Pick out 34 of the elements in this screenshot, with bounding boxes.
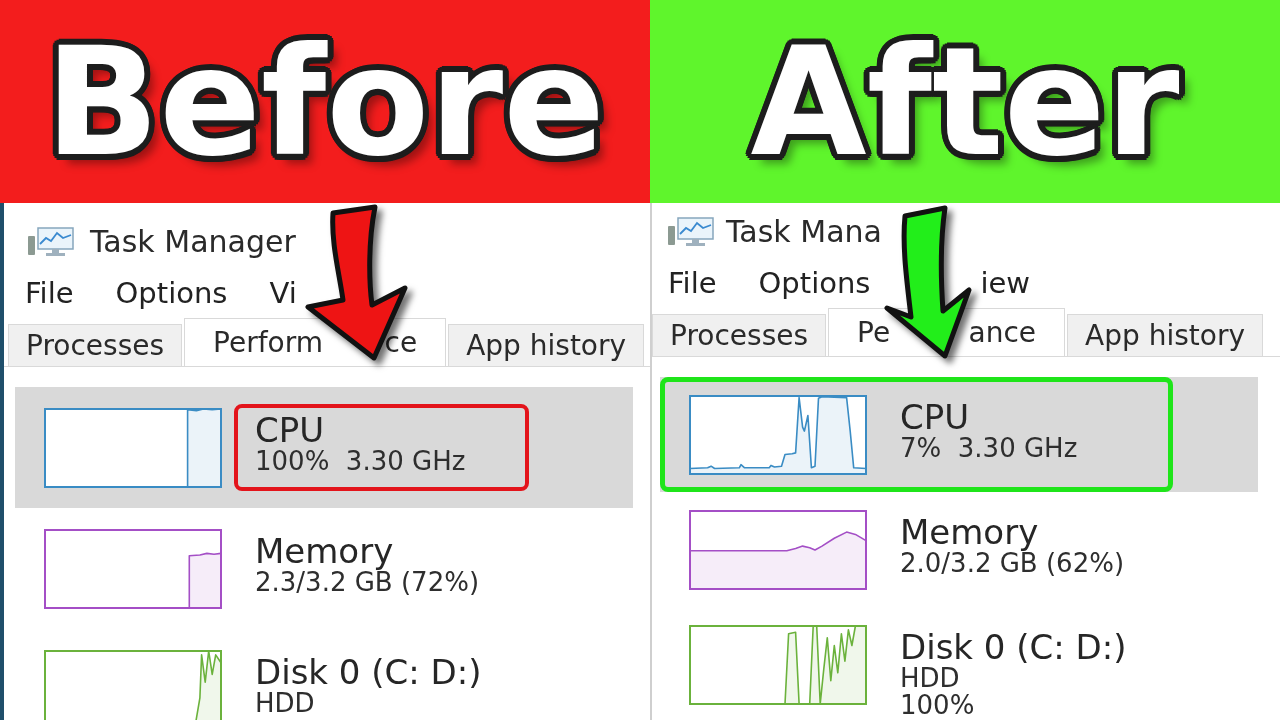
resource-detail: 2.0/3.2 GB (62%) [900,550,1126,577]
resource-name: CPU [255,412,326,448]
menu-item[interactable]: Options [115,275,228,311]
resource-detail: 7% 3.30 GHz [900,435,1079,462]
window-title: Task Manager [90,225,296,259]
tab[interactable]: Processes [652,314,827,356]
menu-item[interactable]: File [668,265,717,301]
menu-item[interactable]: iew [980,265,1031,301]
resource-name: Disk 0 (C: D:) [900,629,1128,665]
resource-name: CPU [900,399,971,435]
resource-item[interactable]: Memory 2.0/3.2 GB (62%) [660,492,1258,607]
resource-detail: 100% 3.30 GHz [255,448,467,475]
menu-item[interactable]: Vi [269,275,297,311]
window-title: Task Mana [726,215,882,249]
resource-item[interactable]: CPU 100% 3.30 GHz [15,387,633,508]
tab[interactable]: App history [448,324,645,366]
tab[interactable]: Processes [8,324,183,366]
menu-item[interactable]: File [25,275,74,311]
resource-name: Memory [900,514,1040,550]
resource-item[interactable]: Disk 0 (C: D:) HDD [15,629,633,720]
resource-name: Memory [255,533,395,569]
monitor-chart-icon [668,217,714,247]
resource-detail: HDD [255,690,316,717]
menu-item[interactable]: Options [758,265,871,301]
tab[interactable]: App history [1067,314,1263,356]
banner-heading: Before [44,26,606,177]
monitor-chart-icon [28,227,74,257]
resource-item[interactable]: Memory 2.3/3.2 GB (72%) [15,508,633,629]
resource-detail: 2.3/3.2 GB (72%) [255,569,481,596]
resource-item[interactable]: Disk 0 (C: D:) HDD 100% [660,607,1258,720]
resource-detail: HDD [900,665,961,692]
resource-detail: 100% [900,692,976,719]
resource-name: Disk 0 (C: D:) [255,654,483,690]
resource-item[interactable]: CPU 7% 3.30 GHz [660,377,1258,492]
